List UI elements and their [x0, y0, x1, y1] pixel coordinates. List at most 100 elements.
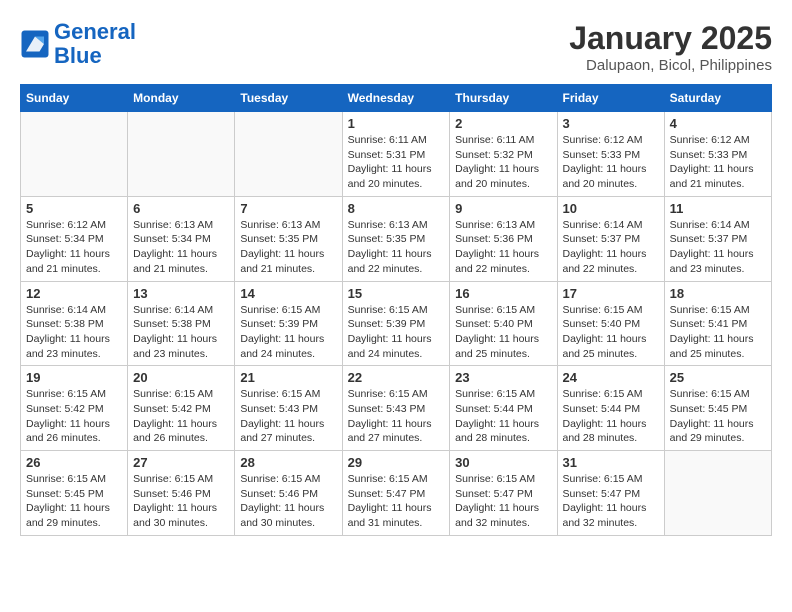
day-number: 16	[455, 286, 551, 301]
calendar-cell: 31 Sunrise: 6:15 AM Sunset: 5:47 PM Dayli…	[557, 451, 664, 536]
calendar-cell: 19 Sunrise: 6:15 AM Sunset: 5:42 PM Dayli…	[21, 366, 128, 451]
day-info: Sunrise: 6:14 AM Sunset: 5:38 PM Dayligh…	[26, 303, 122, 362]
day-number: 28	[240, 455, 336, 470]
day-number: 8	[348, 201, 445, 216]
day-info: Sunrise: 6:15 AM Sunset: 5:39 PM Dayligh…	[348, 303, 445, 362]
day-number: 4	[670, 116, 766, 131]
weekday-header: Sunday	[21, 85, 128, 112]
day-info: Sunrise: 6:15 AM Sunset: 5:42 PM Dayligh…	[26, 387, 122, 446]
calendar-cell: 15 Sunrise: 6:15 AM Sunset: 5:39 PM Dayli…	[342, 281, 450, 366]
logo-text: General Blue	[54, 20, 136, 68]
logo-line2: Blue	[54, 43, 102, 68]
calendar-cell: 16 Sunrise: 6:15 AM Sunset: 5:40 PM Dayli…	[450, 281, 557, 366]
day-info: Sunrise: 6:15 AM Sunset: 5:39 PM Dayligh…	[240, 303, 336, 362]
calendar-week-row: 19 Sunrise: 6:15 AM Sunset: 5:42 PM Dayli…	[21, 366, 772, 451]
day-number: 22	[348, 370, 445, 385]
calendar-cell	[664, 451, 771, 536]
day-info: Sunrise: 6:15 AM Sunset: 5:46 PM Dayligh…	[240, 472, 336, 531]
day-info: Sunrise: 6:15 AM Sunset: 5:45 PM Dayligh…	[26, 472, 122, 531]
day-info: Sunrise: 6:15 AM Sunset: 5:47 PM Dayligh…	[348, 472, 445, 531]
day-number: 14	[240, 286, 336, 301]
logo-line1: General	[54, 19, 136, 44]
weekday-header: Monday	[128, 85, 235, 112]
day-number: 3	[563, 116, 659, 131]
day-number: 26	[26, 455, 122, 470]
day-number: 12	[26, 286, 122, 301]
day-number: 24	[563, 370, 659, 385]
weekday-header: Saturday	[664, 85, 771, 112]
day-number: 23	[455, 370, 551, 385]
day-number: 18	[670, 286, 766, 301]
day-info: Sunrise: 6:13 AM Sunset: 5:35 PM Dayligh…	[240, 218, 336, 277]
day-number: 31	[563, 455, 659, 470]
day-info: Sunrise: 6:15 AM Sunset: 5:43 PM Dayligh…	[240, 387, 336, 446]
day-number: 2	[455, 116, 551, 131]
weekday-header: Friday	[557, 85, 664, 112]
day-info: Sunrise: 6:15 AM Sunset: 5:42 PM Dayligh…	[133, 387, 229, 446]
calendar-week-row: 26 Sunrise: 6:15 AM Sunset: 5:45 PM Dayli…	[21, 451, 772, 536]
calendar-cell	[21, 112, 128, 197]
calendar-week-row: 12 Sunrise: 6:14 AM Sunset: 5:38 PM Dayli…	[21, 281, 772, 366]
day-info: Sunrise: 6:15 AM Sunset: 5:41 PM Dayligh…	[670, 303, 766, 362]
calendar-week-row: 5 Sunrise: 6:12 AM Sunset: 5:34 PM Daylig…	[21, 196, 772, 281]
day-number: 30	[455, 455, 551, 470]
calendar-cell: 21 Sunrise: 6:15 AM Sunset: 5:43 PM Dayli…	[235, 366, 342, 451]
calendar-table: SundayMondayTuesdayWednesdayThursdayFrid…	[20, 84, 772, 536]
day-number: 7	[240, 201, 336, 216]
day-info: Sunrise: 6:15 AM Sunset: 5:45 PM Dayligh…	[670, 387, 766, 446]
calendar-week-row: 1Sunrise: 6:11 AM Sunset: 5:31 PM Daylig…	[21, 112, 772, 197]
day-number: 21	[240, 370, 336, 385]
calendar-cell: 13Sunrise: 6:14 AM Sunset: 5:38 PM Dayli…	[128, 281, 235, 366]
day-info: Sunrise: 6:15 AM Sunset: 5:46 PM Dayligh…	[133, 472, 229, 531]
day-number: 15	[348, 286, 445, 301]
day-info: Sunrise: 6:14 AM Sunset: 5:37 PM Dayligh…	[670, 218, 766, 277]
day-info: Sunrise: 6:13 AM Sunset: 5:34 PM Dayligh…	[133, 218, 229, 277]
day-info: Sunrise: 6:12 AM Sunset: 5:34 PM Dayligh…	[26, 218, 122, 277]
calendar-cell: 7 Sunrise: 6:13 AM Sunset: 5:35 PM Daylig…	[235, 196, 342, 281]
day-info: Sunrise: 6:12 AM Sunset: 5:33 PM Dayligh…	[563, 133, 659, 192]
calendar-cell: 10Sunrise: 6:14 AM Sunset: 5:37 PM Dayli…	[557, 196, 664, 281]
day-info: Sunrise: 6:15 AM Sunset: 5:40 PM Dayligh…	[455, 303, 551, 362]
calendar-cell: 28 Sunrise: 6:15 AM Sunset: 5:46 PM Dayli…	[235, 451, 342, 536]
calendar-cell: 18 Sunrise: 6:15 AM Sunset: 5:41 PM Dayli…	[664, 281, 771, 366]
calendar-cell: 26 Sunrise: 6:15 AM Sunset: 5:45 PM Dayli…	[21, 451, 128, 536]
calendar-cell: 5 Sunrise: 6:12 AM Sunset: 5:34 PM Daylig…	[21, 196, 128, 281]
weekday-header: Wednesday	[342, 85, 450, 112]
calendar-cell: 30Sunrise: 6:15 AM Sunset: 5:47 PM Dayli…	[450, 451, 557, 536]
calendar-cell: 23 Sunrise: 6:15 AM Sunset: 5:44 PM Dayli…	[450, 366, 557, 451]
calendar-cell: 3 Sunrise: 6:12 AM Sunset: 5:33 PM Daylig…	[557, 112, 664, 197]
calendar-cell: 17 Sunrise: 6:15 AM Sunset: 5:40 PM Dayli…	[557, 281, 664, 366]
calendar-cell: 20Sunrise: 6:15 AM Sunset: 5:42 PM Dayli…	[128, 366, 235, 451]
page-header: General Blue January 2025 Dalupaon, Bico…	[20, 20, 772, 74]
day-number: 9	[455, 201, 551, 216]
day-info: Sunrise: 6:11 AM Sunset: 5:31 PM Dayligh…	[348, 133, 445, 192]
logo: General Blue	[20, 20, 136, 68]
calendar-cell: 27 Sunrise: 6:15 AM Sunset: 5:46 PM Dayli…	[128, 451, 235, 536]
day-number: 6	[133, 201, 229, 216]
calendar-cell: 4Sunrise: 6:12 AM Sunset: 5:33 PM Daylig…	[664, 112, 771, 197]
day-info: Sunrise: 6:13 AM Sunset: 5:35 PM Dayligh…	[348, 218, 445, 277]
calendar-cell: 22Sunrise: 6:15 AM Sunset: 5:43 PM Dayli…	[342, 366, 450, 451]
calendar-cell: 2Sunrise: 6:11 AM Sunset: 5:32 PM Daylig…	[450, 112, 557, 197]
logo-icon	[20, 29, 50, 59]
day-info: Sunrise: 6:14 AM Sunset: 5:37 PM Dayligh…	[563, 218, 659, 277]
day-info: Sunrise: 6:13 AM Sunset: 5:36 PM Dayligh…	[455, 218, 551, 277]
calendar-cell: 6 Sunrise: 6:13 AM Sunset: 5:34 PM Daylig…	[128, 196, 235, 281]
day-info: Sunrise: 6:15 AM Sunset: 5:44 PM Dayligh…	[563, 387, 659, 446]
weekday-header: Thursday	[450, 85, 557, 112]
day-info: Sunrise: 6:15 AM Sunset: 5:40 PM Dayligh…	[563, 303, 659, 362]
calendar-cell: 29Sunrise: 6:15 AM Sunset: 5:47 PM Dayli…	[342, 451, 450, 536]
day-info: Sunrise: 6:15 AM Sunset: 5:44 PM Dayligh…	[455, 387, 551, 446]
day-number: 19	[26, 370, 122, 385]
day-number: 27	[133, 455, 229, 470]
calendar-cell: 9 Sunrise: 6:13 AM Sunset: 5:36 PM Daylig…	[450, 196, 557, 281]
day-number: 5	[26, 201, 122, 216]
month-title: January 2025	[569, 20, 772, 57]
day-number: 17	[563, 286, 659, 301]
calendar-cell: 11Sunrise: 6:14 AM Sunset: 5:37 PM Dayli…	[664, 196, 771, 281]
day-info: Sunrise: 6:14 AM Sunset: 5:38 PM Dayligh…	[133, 303, 229, 362]
calendar-cell: 12 Sunrise: 6:14 AM Sunset: 5:38 PM Dayli…	[21, 281, 128, 366]
day-info: Sunrise: 6:15 AM Sunset: 5:47 PM Dayligh…	[563, 472, 659, 531]
weekday-header: Tuesday	[235, 85, 342, 112]
calendar-cell: 14 Sunrise: 6:15 AM Sunset: 5:39 PM Dayli…	[235, 281, 342, 366]
